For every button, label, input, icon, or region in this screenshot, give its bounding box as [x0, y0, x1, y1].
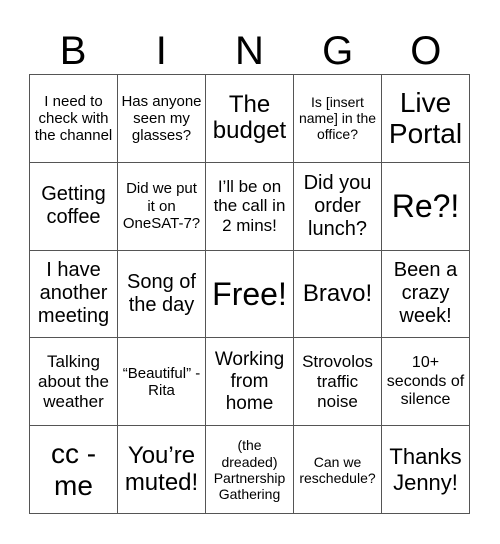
free-cell[interactable]: Free! [206, 250, 294, 339]
bingo-cell[interactable]: I need to check with the channel [30, 75, 118, 163]
bingo-cell[interactable]: Thanks Jenny! [382, 426, 470, 514]
bingo-cell[interactable]: cc - me [30, 426, 118, 514]
bingo-cell[interactable]: You’re muted! [118, 426, 206, 514]
bingo-cell[interactable]: I’ll be on the call in 2 mins! [206, 162, 294, 251]
bingo-cell[interactable]: Getting coffee [30, 162, 118, 251]
bingo-cell[interactable]: Talking about the weather [30, 338, 118, 427]
bingo-cell[interactable]: Live Portal [382, 75, 470, 163]
bingo-cell[interactable]: (the dreaded) Partnership Gathering [206, 426, 294, 514]
bingo-cell[interactable]: 10+ seconds of silence [382, 338, 470, 427]
bingo-cell[interactable]: Working from home [206, 338, 294, 427]
header-letter-o: O [410, 29, 442, 73]
bingo-cell[interactable]: Can we reschedule? [294, 426, 382, 514]
bingo-cell[interactable]: Did we put it on OneSAT-7? [118, 162, 206, 251]
bingo-cell[interactable]: Is [insert name] in the office? [294, 75, 382, 163]
bingo-cell[interactable]: The budget [206, 75, 294, 163]
bingo-cell[interactable]: Re?! [382, 162, 470, 251]
header-letter-i: I [155, 29, 167, 73]
header-letter-g: G [322, 29, 354, 73]
header-letter-b: B [59, 29, 87, 73]
bingo-cell[interactable]: I have another meeting [30, 250, 118, 339]
header-letter-n: N [235, 29, 264, 73]
bingo-cell[interactable]: Bravo! [294, 250, 382, 339]
bingo-cell[interactable]: Been a crazy week! [382, 250, 470, 339]
bingo-cell[interactable]: “Beautiful” - Rita [118, 338, 206, 427]
bingo-header: B I N G O [29, 28, 470, 74]
bingo-cell[interactable]: Strovolos traffic noise [294, 338, 382, 427]
bingo-cell[interactable]: Has anyone seen my glasses? [118, 75, 206, 163]
bingo-grid: I need to check with the channel Has any… [29, 74, 470, 514]
bingo-cell[interactable]: Song of the day [118, 250, 206, 339]
bingo-cell[interactable]: Did you order lunch? [294, 162, 382, 251]
